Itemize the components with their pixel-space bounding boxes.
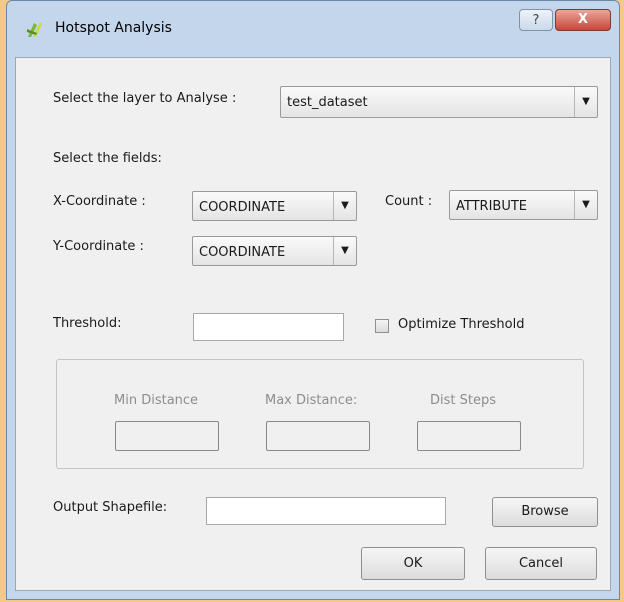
x-coordinate-value: COORDINATE <box>199 200 286 215</box>
dialog-body: Select the layer to Analyse : test_datas… <box>15 57 611 591</box>
optimize-threshold-label: Optimize Threshold <box>398 317 525 332</box>
chevron-down-icon: ▼ <box>574 191 597 219</box>
close-icon: X <box>577 12 589 27</box>
count-label: Count : <box>385 194 433 209</box>
y-coordinate-label: Y-Coordinate : <box>53 239 144 254</box>
min-distance-label: Min Distance <box>114 393 199 408</box>
chevron-down-icon: ▼ <box>574 87 597 117</box>
help-icon: ? <box>532 13 540 28</box>
output-shapefile-label: Output Shapefile: <box>53 500 168 515</box>
browse-button[interactable]: Browse <box>492 497 598 527</box>
help-button[interactable]: ? <box>519 9 553 31</box>
fields-heading: Select the fields: <box>53 151 162 166</box>
x-coordinate-select[interactable]: COORDINATE ▼ <box>192 191 357 221</box>
dist-steps-input <box>417 421 521 451</box>
x-coordinate-label: X-Coordinate : <box>53 194 146 209</box>
title-bar[interactable]: Hotspot Analysis ? X <box>7 1 619 57</box>
layer-label: Select the layer to Analyse : <box>53 91 237 106</box>
layer-select-value: test_dataset <box>287 95 368 110</box>
threshold-label: Threshold: <box>53 316 122 331</box>
cancel-button[interactable]: Cancel <box>485 547 597 580</box>
threshold-input[interactable] <box>193 313 344 341</box>
min-distance-input <box>115 421 219 451</box>
dialog-window: Hotspot Analysis ? X Select the layer to… <box>6 0 620 600</box>
y-coordinate-select[interactable]: COORDINATE ▼ <box>192 236 357 266</box>
max-distance-input <box>266 421 370 451</box>
ok-button[interactable]: OK <box>361 547 465 580</box>
count-value: ATTRIBUTE <box>456 199 527 214</box>
distance-groupbox: Min Distance Max Distance: Dist Steps <box>56 359 584 469</box>
max-distance-label: Max Distance: <box>265 393 358 408</box>
qgis-app-icon <box>27 22 42 37</box>
y-coordinate-value: COORDINATE <box>199 245 286 260</box>
chevron-down-icon: ▼ <box>333 192 356 220</box>
count-select[interactable]: ATTRIBUTE ▼ <box>449 190 598 220</box>
optimize-threshold-checkbox[interactable] <box>375 319 389 333</box>
output-shapefile-input[interactable] <box>206 497 446 525</box>
window-title: Hotspot Analysis <box>55 20 172 36</box>
chevron-down-icon: ▼ <box>333 237 356 265</box>
close-button[interactable]: X <box>555 9 611 31</box>
layer-select[interactable]: test_dataset ▼ <box>280 86 598 118</box>
dist-steps-label: Dist Steps <box>430 393 496 408</box>
